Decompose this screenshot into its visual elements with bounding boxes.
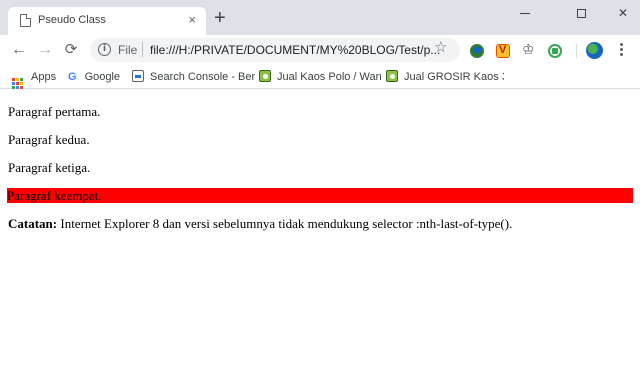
close-icon: ✕ bbox=[617, 6, 629, 20]
paragraph-first: Paragraf pertama. bbox=[8, 104, 101, 119]
back-button[interactable]: ← bbox=[8, 39, 30, 61]
minimize-icon bbox=[520, 13, 530, 15]
maximize-icon bbox=[576, 9, 586, 19]
minimize-button[interactable] bbox=[502, 2, 548, 26]
bookmark-star-icon[interactable]: ☆ bbox=[434, 40, 447, 56]
bookmark-search-console[interactable]: Search Console - Ber bbox=[132, 69, 256, 85]
bookmark-label: Google bbox=[84, 71, 121, 83]
bookmark-kaos-polo[interactable]: Jual Kaos Polo / Wan bbox=[259, 69, 383, 85]
bookmark-label: Jual Kaos Polo / Wan bbox=[277, 71, 382, 83]
forward-button[interactable]: → bbox=[34, 39, 56, 61]
paragraph-second: Paragraf kedua. bbox=[8, 132, 90, 147]
page-content: Paragraf pertama. Paragraf kedua. Paragr… bbox=[0, 90, 640, 366]
note-text: Internet Explorer 8 dan versi sebelumnya… bbox=[57, 216, 513, 231]
address-bar[interactable]: i File file:///H:/PRIVATE/DOCUMENT/MY%20… bbox=[90, 38, 460, 62]
reload-button[interactable]: ⟳ bbox=[60, 39, 82, 61]
bookmark-label: Search Console - Ber bbox=[150, 71, 256, 83]
close-window-button[interactable]: ✕ bbox=[600, 2, 640, 26]
search-console-icon bbox=[132, 70, 144, 82]
title-bar: Pseudo Class × + ✕ bbox=[0, 0, 640, 35]
extension-v-icon[interactable]: V bbox=[496, 44, 510, 58]
extension-globe-icon[interactable] bbox=[470, 44, 484, 58]
toolbar-divider bbox=[576, 44, 577, 58]
tab-title: Pseudo Class bbox=[38, 14, 106, 26]
kaos-icon bbox=[386, 70, 398, 82]
bookmark-label: Jual GROSIR Kaos 3D bbox=[404, 71, 504, 83]
bookmarks-bar: Apps G Google Search Console - Ber Jual K… bbox=[0, 65, 640, 89]
omnibox-divider bbox=[142, 42, 143, 57]
new-tab-button[interactable]: + bbox=[214, 8, 226, 28]
paragraph-fourth-highlighted: Paragraf keempat. bbox=[7, 188, 633, 203]
kaos-icon bbox=[259, 70, 271, 82]
browser-toolbar: ← → ⟳ i File file:///H:/PRIVATE/DOCUMENT… bbox=[0, 35, 640, 65]
url-text[interactable]: file:///H:/PRIVATE/DOCUMENT/MY%20BLOG/Te… bbox=[150, 43, 440, 57]
google-icon: G bbox=[68, 71, 77, 83]
tab-close-icon[interactable]: × bbox=[188, 12, 196, 28]
note-label: Catatan: bbox=[8, 216, 58, 231]
info-icon[interactable]: i bbox=[98, 43, 111, 56]
page-icon bbox=[20, 14, 31, 27]
bookmark-apps[interactable]: Apps bbox=[12, 69, 57, 89]
maximize-button[interactable] bbox=[558, 2, 604, 26]
profile-avatar[interactable] bbox=[586, 42, 603, 59]
scheme-label: File bbox=[118, 43, 138, 57]
browser-tab[interactable]: Pseudo Class × bbox=[8, 7, 206, 35]
menu-icon[interactable] bbox=[612, 41, 630, 59]
paragraph-third: Paragraf ketiga. bbox=[8, 160, 91, 175]
extension-trophy-icon[interactable]: ♔ bbox=[522, 41, 535, 57]
bookmark-google[interactable]: G Google bbox=[68, 69, 120, 85]
apps-grid-icon bbox=[12, 78, 23, 89]
extension-green-icon[interactable] bbox=[548, 44, 562, 58]
bookmark-label: Apps bbox=[31, 71, 57, 83]
note-paragraph: Catatan: Internet Explorer 8 dan versi s… bbox=[8, 216, 512, 231]
bookmark-kaos-3d[interactable]: Jual GROSIR Kaos 3D bbox=[386, 69, 504, 85]
